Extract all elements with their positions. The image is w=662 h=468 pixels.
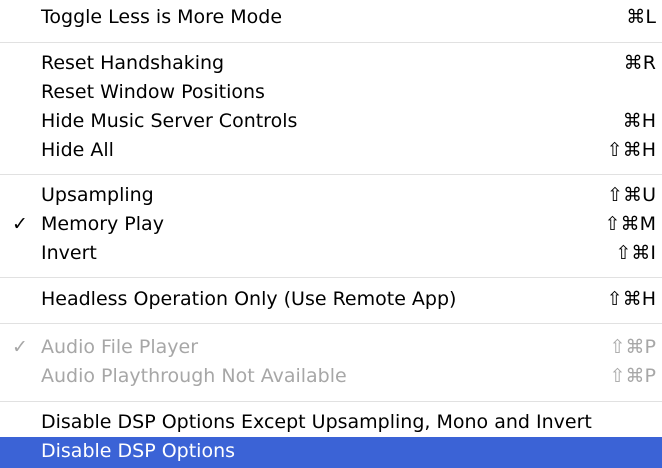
menu-separator	[0, 42, 662, 43]
checkmark-icon: ✓	[12, 213, 28, 235]
menu-item-label: Headless Operation Only (Use Remote App)	[41, 288, 457, 310]
menu-item-shortcut: ⇧⌘M	[604, 213, 656, 235]
menu-item-shortcut: ⇧⌘P	[609, 365, 656, 387]
menu-item-label: Hide Music Server Controls	[41, 110, 298, 132]
menu-item-reset-window-positions[interactable]: Reset Window Positions	[0, 79, 662, 106]
menu-item-upsampling[interactable]: Upsampling ⇧⌘U	[0, 182, 662, 209]
menu-item-label: Memory Play	[41, 213, 164, 235]
menu-item-label: Audio Playthrough Not Available	[41, 365, 347, 387]
dropdown-menu: Toggle Less is More Mode ⌘L Reset Handsh…	[0, 0, 662, 468]
menu-item-shortcut: ⇧⌘U	[607, 184, 656, 206]
menu-item-audio-file-player: ✓ Audio File Player ⇧⌘P	[0, 334, 662, 361]
menu-separator	[0, 174, 662, 175]
menu-item-shortcut: ⇧⌘H	[606, 288, 656, 310]
menu-item-disable-dsp-options-except[interactable]: Disable DSP Options Except Upsampling, M…	[0, 409, 662, 436]
menu-item-shortcut: ⇧⌘I	[615, 242, 656, 264]
menu-item-label: Upsampling	[41, 184, 154, 206]
menu-item-shortcut: ⇧⌘P	[609, 336, 656, 358]
menu-item-hide-music-server-controls[interactable]: Hide Music Server Controls ⌘H	[0, 108, 662, 135]
menu-item-invert[interactable]: Invert ⇧⌘I	[0, 240, 662, 267]
menu-item-label: Disable DSP Options	[41, 440, 236, 462]
menu-item-label: Toggle Less is More Mode	[41, 6, 283, 28]
menu-item-headless-operation[interactable]: Headless Operation Only (Use Remote App)…	[0, 286, 662, 313]
menu-item-memory-play[interactable]: ✓ Memory Play ⇧⌘M	[0, 211, 662, 238]
menu-item-disable-dsp-options[interactable]: Disable DSP Options	[0, 437, 662, 468]
menu-item-hide-all[interactable]: Hide All ⇧⌘H	[0, 137, 662, 164]
menu-separator	[0, 323, 662, 324]
menu-item-label: Reset Window Positions	[41, 81, 265, 103]
menu-item-label: Invert	[41, 242, 97, 264]
menu-item-label: Audio File Player	[41, 336, 199, 358]
menu-item-toggle-less-is-more-mode[interactable]: Toggle Less is More Mode ⌘L	[0, 4, 662, 31]
menu-item-label: Disable DSP Options Except Upsampling, M…	[41, 411, 592, 433]
menu-item-shortcut: ⇧⌘H	[606, 139, 656, 161]
menu-separator	[0, 401, 662, 402]
menu-item-shortcut: ⌘L	[626, 6, 656, 28]
menu-item-shortcut: ⌘H	[622, 110, 656, 132]
menu-item-reset-handshaking[interactable]: Reset Handshaking ⌘R	[0, 50, 662, 77]
menu-item-label: Reset Handshaking	[41, 52, 225, 74]
menu-separator	[0, 277, 662, 278]
menu-item-shortcut: ⌘R	[623, 52, 656, 74]
checkmark-icon: ✓	[12, 336, 28, 358]
menu-item-audio-playthrough: Audio Playthrough Not Available ⇧⌘P	[0, 363, 662, 390]
menu-item-label: Hide All	[41, 139, 114, 161]
